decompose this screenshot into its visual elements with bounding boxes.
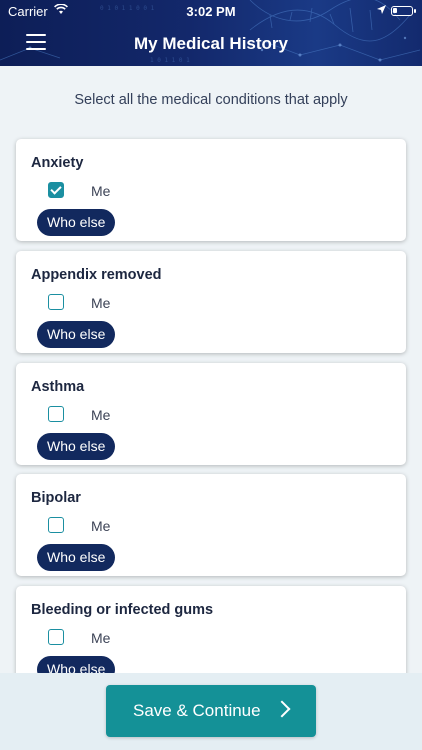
who-else-button[interactable]: Who else	[37, 321, 116, 348]
app-header: 0 1 0 1 1 0 0 1 1 0 1 1 0 1 Carrier 3:02…	[0, 0, 422, 66]
me-label: Me	[91, 407, 111, 423]
status-bar: Carrier 3:02 PM	[0, 0, 422, 22]
condition-name: Bipolar	[31, 490, 81, 506]
me-label: Me	[91, 630, 111, 646]
battery-icon	[391, 6, 416, 16]
condition-name: Appendix removed	[31, 267, 162, 283]
svg-text:1 0 1 1 0 1: 1 0 1 1 0 1	[150, 57, 190, 64]
me-checkbox[interactable]	[48, 182, 64, 198]
who-else-button[interactable]: Who else	[37, 544, 116, 571]
condition-name: Bleeding or infected gums	[31, 602, 214, 618]
me-checkbox[interactable]	[48, 629, 64, 645]
me-checkbox[interactable]	[48, 294, 64, 310]
conditions-list[interactable]: Anxiety Me Who else Appendix removed Me …	[0, 132, 422, 673]
condition-card: Bipolar Me Who else	[16, 474, 406, 576]
me-checkbox[interactable]	[48, 406, 64, 422]
footer-bar: Save & Continue	[0, 673, 422, 750]
me-checkbox[interactable]	[48, 517, 64, 533]
page-title: My Medical History	[134, 34, 288, 53]
condition-card: Bleeding or infected gums Me Who else	[16, 586, 406, 673]
status-time: 3:02 PM	[186, 4, 236, 19]
who-else-button[interactable]: Who else	[37, 656, 116, 673]
who-else-button[interactable]: Who else	[37, 433, 116, 460]
condition-name: Anxiety	[31, 155, 84, 171]
me-label: Me	[91, 295, 111, 311]
me-label: Me	[91, 518, 111, 534]
me-label: Me	[91, 183, 111, 199]
checkmark-icon	[50, 183, 62, 195]
instruction-text: Select all the medical conditions that a…	[74, 92, 348, 108]
condition-card: Anxiety Me Who else	[16, 139, 406, 241]
who-else-button[interactable]: Who else	[37, 209, 116, 236]
location-arrow-icon	[377, 5, 386, 14]
condition-card: Appendix removed Me Who else	[16, 251, 406, 353]
save-continue-label: Save & Continue	[133, 701, 261, 720]
chevron-right-icon	[273, 700, 291, 718]
condition-card: Asthma Me Who else	[16, 363, 406, 465]
save-continue-button[interactable]: Save & Continue	[106, 685, 316, 737]
condition-name: Asthma	[31, 379, 85, 395]
